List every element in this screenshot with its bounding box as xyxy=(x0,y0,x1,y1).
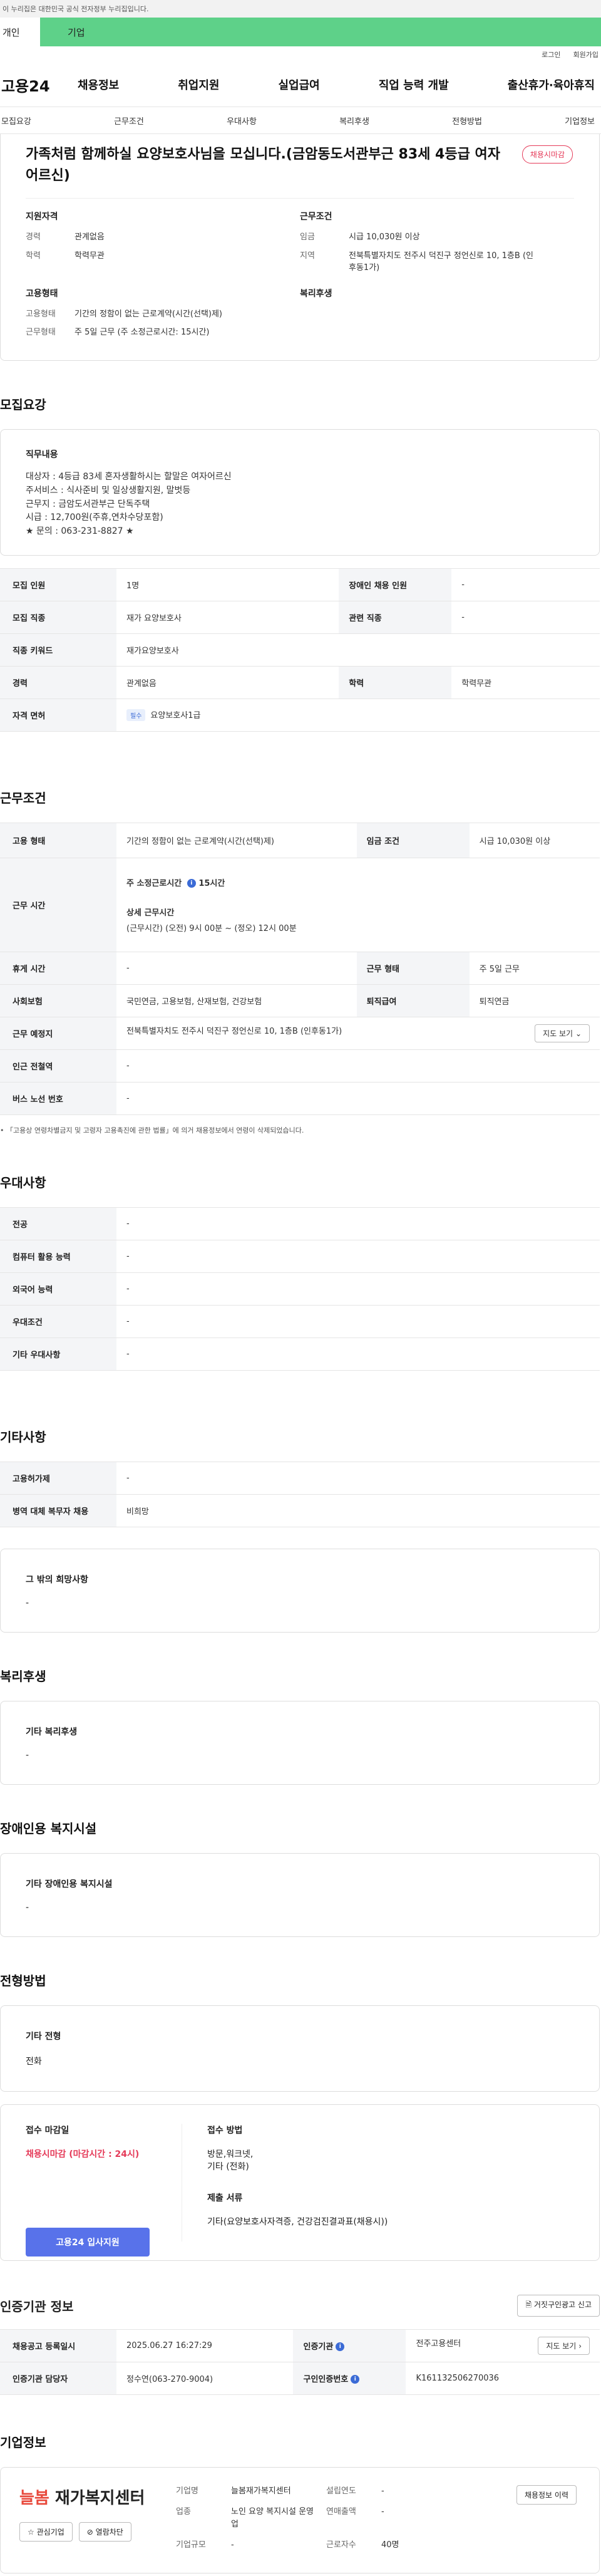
section-nav-recruit[interactable]: 모집요강 xyxy=(1,115,31,127)
table-row: 근무 예정지 전북특별자치도 전주시 덕진구 정언신로 10, 1층B (인후동… xyxy=(0,1017,600,1050)
status-badge: 채용시마감 xyxy=(521,145,573,164)
star-icon: ☆ xyxy=(28,2527,34,2537)
cert-table: 채용공고 등록일시 2025.06.27 16:27:29 인증기관 i 전주고용센… xyxy=(0,2329,600,2395)
welfare-block: 복리후생 xyxy=(300,288,332,299)
etc-table: 고용허가제 - 병역 대체 복무자 채용 비희망 xyxy=(0,1461,600,1527)
welfare-section-title: 복리후생 xyxy=(0,1668,46,1684)
apply-button[interactable]: 고용24 입사지원 xyxy=(26,2227,150,2257)
apply-card: 접수 마감일 채용시마감 (마감시간 : 24시) 고용24 입사지원 접수 방… xyxy=(0,2104,600,2261)
table-row: 모집 직종 재가 요양보호사 관련 직종 - xyxy=(0,601,600,634)
screening-section-title: 전형방법 xyxy=(0,1973,46,1988)
gnb-item-jobs[interactable]: 채용정보 xyxy=(78,76,119,93)
job-summary-card: 가족처럼 함께하실 요양보호사님을 모십니다.(금암동도서관부근 83세 4등급… xyxy=(0,134,600,361)
table-row: 인근 전철역 - xyxy=(0,1049,600,1083)
disability-card: 기타 장애인용 복지시설 - xyxy=(0,1852,600,1937)
table-row: 근무 시간 주 소정근로시간 i 15시간 상세 근무시간 (근무시간) (오전… xyxy=(0,858,600,952)
screening-card: 기타 전형 전화 xyxy=(0,2005,600,2092)
table-row: 모집 인원 1명 장애인 채용 인원 - xyxy=(0,568,600,601)
tab-business[interactable]: 기업 xyxy=(40,18,601,46)
recruit-table: 모집 인원 1명 장애인 채용 인원 - 모집 직종 재가 요양보호사 관련 직종 - … xyxy=(0,568,600,732)
utility-links: 로그인 회원가입 xyxy=(0,46,601,63)
table-row: 자격 면허 필수 요양보호사1급 xyxy=(0,699,600,732)
agency-map-button[interactable]: 지도 보기 › xyxy=(538,2336,590,2355)
company-section-title: 기업정보 xyxy=(0,2434,46,2450)
table-row: 버스 노선 번호 - xyxy=(0,1082,600,1115)
other-wishes-card: 그 밖의 희망사항 - xyxy=(0,1548,600,1633)
map-button[interactable]: 지도 보기 ⌄ xyxy=(535,1024,590,1042)
table-row: 고용 형태 기간의 정함이 없는 근로계약(시간(선택)제) 임금 조건 시급 10… xyxy=(0,822,600,858)
required-badge: 필수 xyxy=(126,709,146,722)
gov-banner: 이 누리집은 대한민국 공식 전자정부 누리집입니다. xyxy=(0,0,601,18)
table-row: 외국어 능력 - xyxy=(0,1272,600,1306)
conditions-table: 고용 형태 기간의 정함이 없는 근로계약(시간(선택)제) 임금 조건 시급 10… xyxy=(0,822,600,1115)
section-nav-conditions[interactable]: 근무조건 xyxy=(114,115,144,127)
welfare-card: 기타 복리후생 - xyxy=(0,1700,600,1785)
block-company-button[interactable]: ⊘ 열람차단 xyxy=(78,2521,131,2542)
recruit-section-title: 모집요강 xyxy=(0,397,46,412)
cert-section-title: 인증기관 정보 xyxy=(0,2298,74,2314)
section-nav-company[interactable]: 기업정보 xyxy=(565,115,595,127)
gnb-item-employment-support[interactable]: 취업지원 xyxy=(178,76,219,93)
table-row: 인증기관 담당자 정수연(063-270-9004) 구인인증번호 i K16113… xyxy=(0,2362,600,2395)
section-nav-screening[interactable]: 전형방법 xyxy=(452,115,482,127)
info-icon[interactable]: i xyxy=(336,2342,345,2352)
login-link[interactable]: 로그인 xyxy=(542,49,560,60)
age-note: • 「고용상 연령차별금지 및 고령자 고용촉진에 관한 법률」에 의거 채용정… xyxy=(0,1126,304,1135)
table-row: 컴퓨터 활용 능력 - xyxy=(0,1240,600,1273)
deadline-text: 채용시마감 (마감시간 : 24시) xyxy=(26,2149,140,2159)
section-nav: 모집요강 근무조건 우대사항 복리후생 전형방법 기업정보 xyxy=(0,106,601,134)
info-icon[interactable]: i xyxy=(351,2375,360,2384)
job-description-card: 직무내용 대상자 : 4등급 83세 혼자생활하시는 할말은 여자어르신 주서비… xyxy=(0,428,600,556)
site-logo[interactable]: 고용24 xyxy=(0,74,78,96)
table-row: 사회보험 국민연금, 고용보험, 산재보험, 건강보험 퇴직급여 퇴직연금 xyxy=(0,984,600,1017)
table-row: 기타 우대사항 - xyxy=(0,1337,600,1371)
chevron-down-icon: ⌄ xyxy=(575,1029,582,1038)
gnb-item-unemployment-benefit[interactable]: 실업급여 xyxy=(279,76,320,93)
disability-section-title: 장애인용 복지시설 xyxy=(0,1820,97,1836)
etc-section-title: 기타사항 xyxy=(0,1429,46,1445)
hiring-history-button[interactable]: 채용정보 이력 xyxy=(516,2485,577,2505)
section-nav-welfare[interactable]: 복리후생 xyxy=(339,115,369,127)
tab-personal[interactable]: 개인 xyxy=(0,18,40,46)
favorite-company-button[interactable]: ☆ 관심기업 xyxy=(19,2521,73,2542)
table-row: 직종 키워드 재가요양보호사 xyxy=(0,633,600,667)
table-row: 우대조건 - xyxy=(0,1305,600,1338)
false-ad-report-button[interactable]: 🗎 거짓구인광고 신고 xyxy=(517,2294,600,2317)
document-icon: 🗎 xyxy=(525,2300,532,2309)
employment-block: 고용형태 고용형태 기간의 정함이 없는 근로계약(시간(선택)제) 근무형태 주 … xyxy=(26,288,223,338)
table-row: 병역 대체 복무자 채용 비희망 xyxy=(0,1494,600,1527)
table-row: 고용허가제 - xyxy=(0,1461,600,1495)
preference-section-title: 우대사항 xyxy=(0,1175,46,1190)
section-nav-preference[interactable]: 우대사항 xyxy=(227,115,257,127)
preference-table: 전공 - 컴퓨터 활용 능력 - 외국어 능력 - 우대조건 - 기타 우대사항 - xyxy=(0,1207,600,1371)
table-row: 채용공고 등록일시 2025.06.27 16:27:29 인증기관 i 전주고용센… xyxy=(0,2329,600,2362)
user-type-tabs: 개인 기업 xyxy=(0,18,601,46)
work-condition-block: 근무조건 임금 시급 10,030원 이상 지역 전북특별자치도 전주시 덕진구 정… xyxy=(300,212,533,273)
company-card: 늘봄 재가복지센터 ☆ 관심기업 ⊘ 열람차단 기업명 늘봄재가복지센터 설립연도… xyxy=(0,2466,600,2573)
global-nav: 고용24 채용정보 취업지원 실업급여 직업 능력 개발 출산휴가·육아휴직 xyxy=(0,63,601,106)
table-row: 전공 - xyxy=(0,1207,600,1240)
company-logo: 늘봄 재가복지센터 ☆ 관심기업 ⊘ 열람차단 xyxy=(19,2485,176,2555)
info-icon[interactable]: i xyxy=(187,879,196,888)
table-row: 휴게 시간 - 근무 형태 주 5일 근무 xyxy=(0,952,600,985)
gnb-item-training[interactable]: 직업 능력 개발 xyxy=(379,76,449,93)
chevron-right-icon: › xyxy=(578,2341,582,2350)
block-icon: ⊘ xyxy=(86,2527,93,2537)
table-row: 경력 관계없음 학력 학력무관 xyxy=(0,666,600,699)
job-title: 가족처럼 함께하실 요양보호사님을 모십니다.(금암동도서관부근 83세 4등급… xyxy=(26,147,500,184)
gnb-item-parental-leave[interactable]: 출산휴가·육아휴직 xyxy=(508,76,595,93)
conditions-section-title: 근무조건 xyxy=(0,790,46,806)
qualification-block: 지원자격 경력 관계없음 학력 학력무관 xyxy=(26,212,105,261)
signup-link[interactable]: 회원가입 xyxy=(573,49,598,60)
